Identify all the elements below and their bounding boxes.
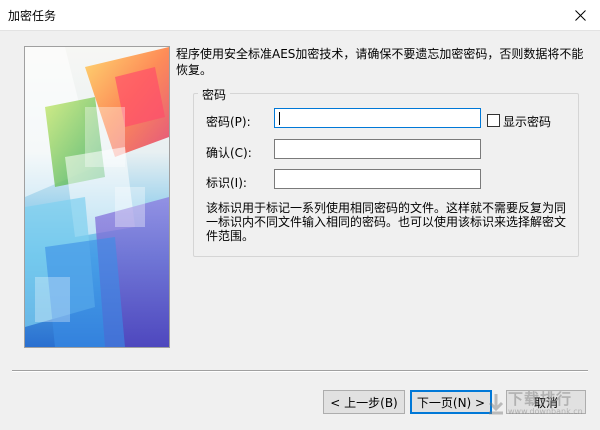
footer-divider — [12, 370, 588, 372]
title-bar: 加密任务 — [0, 0, 600, 31]
wizard-side-image — [24, 46, 170, 348]
identifier-note: 该标识用于标记一系列使用相同密码的文件。这样就不需要反复为同一标识内不同文件输入… — [206, 201, 567, 243]
identifier-field[interactable] — [274, 169, 481, 189]
show-password-checkbox[interactable] — [487, 114, 500, 127]
password-label: 密码(P): — [206, 115, 251, 129]
cancel-button[interactable]: 取消 — [506, 390, 586, 414]
next-button[interactable]: 下一页(N) > — [410, 390, 492, 414]
password-field[interactable] — [274, 108, 481, 128]
show-password-label[interactable]: 显示密码 — [503, 113, 551, 130]
text-caret — [279, 112, 280, 125]
password-group-legend: 密码 — [198, 86, 231, 103]
window-title: 加密任务 — [8, 9, 57, 23]
confirm-label: 确认(C): — [206, 146, 252, 160]
description-text: 程序使用安全标准AES加密技术，请确保不要遗忘加密密码，否则数据将不能恢复。 — [176, 47, 584, 77]
close-button[interactable] — [560, 0, 600, 30]
identifier-label: 标识(I): — [206, 176, 247, 190]
back-button[interactable]: < 上一步(B) — [323, 390, 405, 414]
close-icon — [574, 9, 586, 21]
confirm-password-field[interactable] — [274, 139, 481, 159]
